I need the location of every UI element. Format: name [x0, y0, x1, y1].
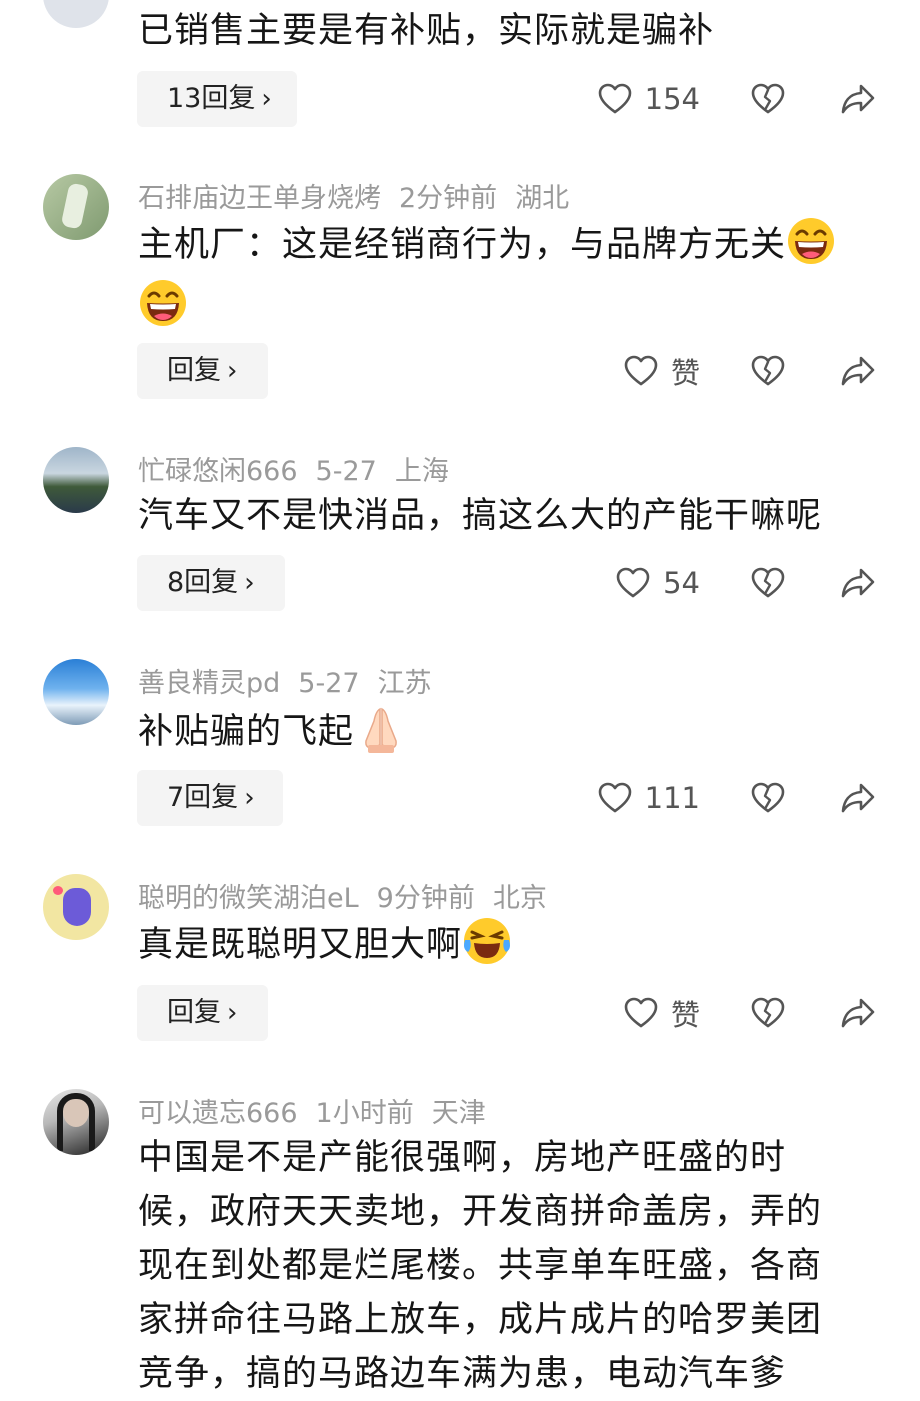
heart-icon	[615, 565, 651, 601]
share-icon[interactable]	[840, 81, 876, 117]
like-button[interactable]: 54	[615, 555, 700, 611]
comment-meta: 可以遗忘666 1小时前 天津	[138, 1091, 504, 1130]
like-count: 154	[644, 82, 700, 116]
like-count: 赞	[670, 998, 700, 1032]
comment-text: 补贴骗的飞起	[138, 701, 878, 759]
reply-label: 回复	[167, 997, 221, 1028]
reply-button[interactable]: 回复 ›	[137, 985, 268, 1041]
heart-icon	[597, 81, 633, 117]
reply-label: 7回复	[167, 782, 239, 813]
comment-meta: 聪明的微笑湖泊eL 9分钟前 北京	[138, 876, 565, 915]
chevron-right-icon: ›	[227, 998, 238, 1028]
dislike-broken-heart-icon[interactable]	[750, 995, 786, 1031]
avatar[interactable]	[43, 874, 109, 940]
comment-meta: 善良精灵pd 5-27 江苏	[138, 661, 450, 700]
comment-text: 中国是不是产能很强啊，房地产旺盛的时候，政府天天卖地，开发商拼命盖房，弄的现在到…	[138, 1138, 823, 1394]
like-count: 赞	[670, 356, 700, 390]
comment-actions: 赞	[600, 343, 890, 399]
avatar[interactable]	[43, 659, 109, 725]
chevron-right-icon: ›	[244, 568, 255, 598]
like-count: 111	[644, 781, 700, 815]
comment-actions: 赞	[600, 985, 890, 1041]
reply-button[interactable]: 13回复 ›	[137, 71, 297, 127]
username[interactable]: 聪明的微笑湖泊eL	[138, 883, 359, 914]
comment-text: 已销售主要是有补贴，实际就是骗补	[138, 11, 715, 51]
reply-label: 回复	[167, 355, 221, 386]
heart-icon	[623, 353, 659, 389]
comment-text: 汽车又不是快消品，搞这么大的产能干嘛呢	[138, 496, 823, 536]
reply-button[interactable]: 7回复 ›	[137, 770, 283, 826]
dislike-broken-heart-icon[interactable]	[750, 565, 786, 601]
like-count: 54	[663, 566, 700, 600]
share-icon[interactable]	[840, 565, 876, 601]
location: 北京	[492, 883, 547, 914]
dislike-broken-heart-icon[interactable]	[750, 353, 786, 389]
username[interactable]: 忙碌悠闲666	[138, 456, 298, 487]
share-icon[interactable]	[840, 995, 876, 1031]
dislike-broken-heart-icon[interactable]	[750, 81, 786, 117]
username[interactable]: 善良精灵pd	[138, 668, 280, 699]
dislike-broken-heart-icon[interactable]	[750, 780, 786, 816]
folded-hands-emoji-icon	[354, 701, 408, 755]
share-icon[interactable]	[840, 780, 876, 816]
chevron-right-icon: ›	[261, 84, 272, 114]
heart-icon	[597, 780, 633, 816]
comment-text: 主机厂：这是经销商行为，与品牌方无关	[138, 216, 878, 328]
location: 江苏	[377, 668, 432, 699]
timestamp: 1小时前	[315, 1098, 414, 1129]
timestamp: 5-27	[315, 456, 377, 487]
laughing-emoji-icon	[138, 278, 188, 328]
avatar[interactable]	[43, 174, 109, 240]
timestamp: 2分钟前	[399, 183, 498, 214]
reply-label: 13回复	[167, 83, 256, 114]
username[interactable]: 可以遗忘666	[138, 1098, 298, 1129]
like-button[interactable]: 111	[597, 770, 700, 826]
comment-meta: 忙碌悠闲666 5-27 上海	[138, 449, 467, 488]
comment-text: 真是既聪明又胆大啊	[138, 916, 878, 972]
reply-button[interactable]: 8回复 ›	[137, 555, 285, 611]
avatar[interactable]	[43, 1089, 109, 1155]
comment-actions: 154	[600, 71, 890, 127]
laughing-emoji-icon	[786, 216, 836, 266]
avatar[interactable]	[43, 0, 109, 28]
username[interactable]: 石排庙边王单身烧烤	[138, 183, 381, 214]
comment-actions: 54	[600, 555, 890, 611]
reply-label: 8回复	[167, 567, 239, 598]
reply-button[interactable]: 回复 ›	[137, 343, 268, 399]
comment-meta: 石排庙边王单身烧烤 2分钟前 湖北	[138, 176, 587, 215]
like-button[interactable]: 154	[597, 71, 700, 127]
like-button[interactable]: 赞	[623, 985, 700, 1041]
heart-icon	[623, 995, 659, 1031]
location: 湖北	[515, 183, 570, 214]
comment-actions: 111	[600, 770, 890, 826]
location: 天津	[431, 1098, 486, 1129]
crying-laughing-emoji-icon	[462, 916, 512, 966]
timestamp: 9分钟前	[376, 883, 475, 914]
avatar[interactable]	[43, 447, 109, 513]
share-icon[interactable]	[840, 353, 876, 389]
timestamp: 5-27	[298, 668, 360, 699]
like-button[interactable]: 赞	[623, 343, 700, 399]
chevron-right-icon: ›	[244, 783, 255, 813]
chevron-right-icon: ›	[227, 356, 238, 386]
location: 上海	[394, 456, 449, 487]
